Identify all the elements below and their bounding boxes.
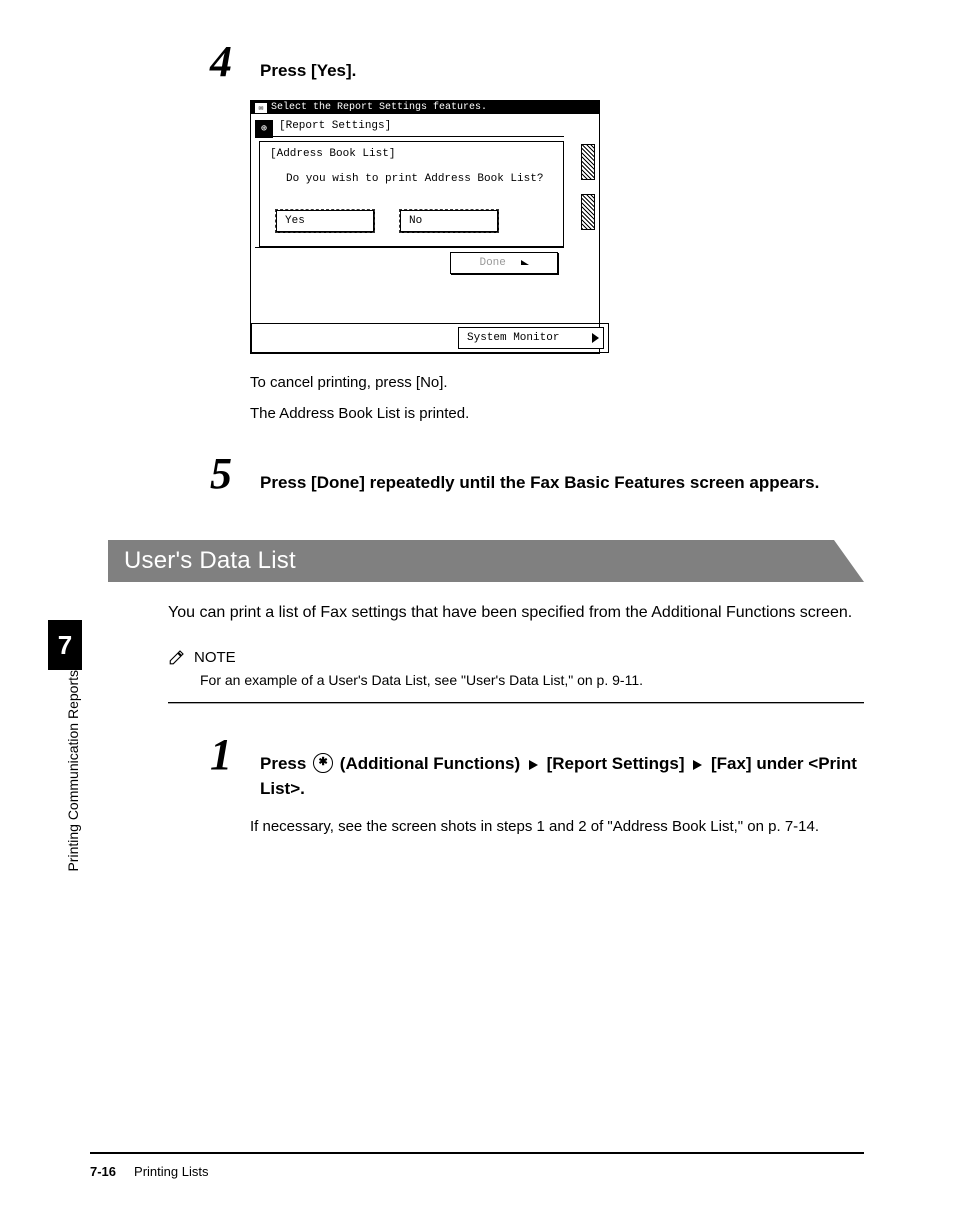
note-label: NOTE [194, 649, 236, 666]
settings-icon: ⊕ [255, 120, 273, 138]
lcd-screenshot: ✉ Select the Report Settings features. ⊕… [250, 100, 864, 354]
done-label: Done [479, 257, 505, 269]
done-button[interactable]: Done [450, 252, 558, 274]
note-text: For an example of a User's Data List, se… [200, 672, 864, 688]
step-number: 4 [210, 40, 242, 84]
footer-title: Printing Lists [134, 1164, 208, 1179]
section-intro: You can print a list of Fax settings tha… [168, 602, 864, 624]
system-monitor-label: System Monitor [467, 332, 559, 344]
step-instruction: Press ✱ (Additional Functions) [Report S… [260, 752, 864, 801]
section-heading: User's Data List [108, 540, 864, 582]
page-number: 7-16 [90, 1164, 116, 1179]
step-instruction: Press [Done] repeatedly until the Fax Ba… [260, 471, 819, 496]
screen-title: Select the Report Settings features. [271, 102, 487, 113]
no-label: No [409, 215, 422, 227]
arrow-icon [693, 760, 702, 770]
dialog-message: Do you wish to print Address Book List? [286, 172, 555, 186]
page-footer: 7-16 Printing Lists [90, 1152, 864, 1179]
yes-button[interactable]: Yes [276, 210, 374, 232]
system-monitor-button[interactable]: System Monitor [458, 327, 604, 349]
scroll-up-icon[interactable] [581, 144, 595, 180]
chapter-number: 7 [58, 630, 72, 661]
t: (Additional Functions) [340, 754, 520, 773]
dialog: [Address Book List] Do you wish to print… [259, 141, 564, 247]
step-number: 5 [210, 452, 242, 496]
t: Press [260, 754, 311, 773]
step-number: 1 [210, 733, 242, 777]
screen-titlebar: ✉ Select the Report Settings features. [251, 101, 599, 114]
note-rule [168, 702, 864, 703]
chapter-label: Printing Communication Reports [65, 670, 81, 872]
breadcrumb-path: [Report Settings] [255, 118, 564, 137]
section-title: User's Data List [108, 547, 296, 575]
yes-label: Yes [285, 215, 305, 227]
note-block: NOTE For an example of a User's Data Lis… [168, 648, 864, 703]
dialog-title: [Address Book List] [270, 148, 555, 160]
no-button[interactable]: No [400, 210, 498, 232]
lcd-screen: ✉ Select the Report Settings features. ⊕… [250, 100, 600, 354]
t: [Report Settings] [547, 754, 685, 773]
step-body: If necessary, see the screen shots in st… [250, 818, 864, 835]
chapter-tab: 7 [48, 620, 82, 670]
step-1: 1 Press ✱ (Additional Functions) [Report… [210, 733, 864, 801]
step-instruction: Press [Yes]. [260, 59, 356, 84]
additional-functions-icon: ✱ [313, 753, 333, 773]
scroll-down-icon[interactable] [581, 194, 595, 230]
result-note: The Address Book List is printed. [250, 405, 864, 422]
step-4: 4 Press [Yes]. [210, 40, 864, 84]
scrollbar[interactable] [581, 144, 595, 230]
return-arrow-icon [521, 260, 529, 265]
arrow-icon [529, 760, 538, 770]
cancel-note: To cancel printing, press [No]. [250, 374, 864, 391]
fax-mode-icon: ✉ [255, 103, 267, 113]
pencil-icon [168, 648, 186, 666]
t: [Fax] [711, 754, 752, 773]
step-5: 5 Press [Done] repeatedly until the Fax … [210, 452, 864, 496]
